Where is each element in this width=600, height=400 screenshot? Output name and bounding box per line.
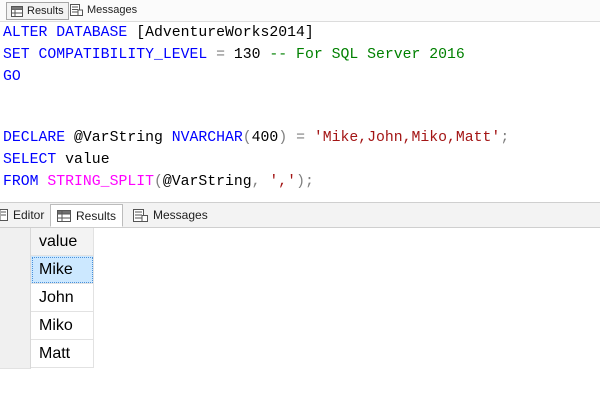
row-number[interactable] bbox=[0, 312, 31, 341]
grid-header-row: value bbox=[0, 228, 95, 257]
tab-editor-label: Editor bbox=[13, 208, 45, 222]
row-number[interactable] bbox=[0, 256, 31, 285]
code-token: ) = bbox=[278, 130, 314, 146]
code-token: = bbox=[216, 47, 234, 63]
code-token: @VarString bbox=[162, 174, 252, 190]
bottom-tab-strip: Editor Results Messages bbox=[0, 202, 600, 228]
grid-cell[interactable]: Matt bbox=[31, 340, 94, 368]
code-token: ( bbox=[242, 130, 252, 146]
code-line[interactable]: DECLARE @VarString NVARCHAR(400) = 'Mike… bbox=[3, 127, 509, 149]
code-line[interactable]: ALTER DATABASE [AdventureWorks2014] bbox=[3, 22, 314, 44]
messages-icon bbox=[70, 4, 83, 16]
grid-icon bbox=[57, 209, 71, 222]
grid-cell[interactable]: Miko bbox=[31, 312, 94, 340]
code-token: [AdventureWorks2014] bbox=[136, 25, 314, 41]
code-token: ); bbox=[296, 174, 314, 190]
results-grid[interactable]: value Mike John Miko Matt bbox=[0, 228, 600, 400]
code-token: value bbox=[65, 152, 110, 168]
code-token: ( bbox=[153, 174, 163, 190]
table-row[interactable]: Miko bbox=[0, 312, 95, 341]
tab-results-top[interactable]: Results bbox=[6, 2, 69, 20]
grid-icon bbox=[11, 5, 23, 17]
code-token: , bbox=[251, 174, 270, 190]
code-token: ; bbox=[500, 130, 510, 146]
grid-cell[interactable]: Mike bbox=[31, 256, 94, 284]
code-line[interactable]: FROM STRING_SPLIT(@VarString, ','); bbox=[3, 171, 314, 193]
code-line[interactable]: SELECT value bbox=[3, 149, 110, 171]
code-token: -- For SQL Server 2016 bbox=[269, 47, 465, 63]
tab-editor[interactable]: Editor bbox=[0, 205, 48, 225]
code-token: 400 bbox=[251, 130, 279, 146]
tab-messages-label: Messages bbox=[153, 208, 208, 222]
code-token: FROM bbox=[3, 174, 48, 190]
editor-icon bbox=[0, 209, 8, 221]
column-header-value[interactable]: value bbox=[31, 228, 94, 256]
code-token: @VarString bbox=[74, 130, 172, 146]
code-token: GO bbox=[3, 69, 21, 85]
tab-messages[interactable]: Messages bbox=[127, 205, 214, 225]
code-line[interactable]: SET COMPATIBILITY_LEVEL = 130 -- For SQL… bbox=[3, 44, 465, 66]
code-token: SET COMPATIBILITY_LEVEL bbox=[3, 47, 217, 63]
table-row[interactable]: Matt bbox=[0, 340, 95, 369]
tab-results-top-label: Results bbox=[27, 5, 64, 17]
code-token: ',' bbox=[269, 174, 297, 190]
corner-cell[interactable] bbox=[0, 228, 31, 257]
table-row[interactable]: Mike bbox=[0, 256, 95, 285]
top-tab-strip: Results Messages bbox=[0, 0, 600, 22]
tab-messages-top-label: Messages bbox=[87, 4, 138, 16]
messages-icon bbox=[133, 208, 148, 222]
row-number[interactable] bbox=[0, 284, 31, 313]
code-token: STRING_SPLIT bbox=[47, 174, 154, 190]
tab-messages-top[interactable]: Messages bbox=[66, 2, 141, 18]
code-token: DECLARE bbox=[3, 130, 75, 146]
row-number[interactable] bbox=[0, 340, 31, 369]
code-token: 'Mike,John,Miko,Matt' bbox=[313, 130, 501, 146]
query-editor[interactable]: ALTER DATABASE [AdventureWorks2014] SET C… bbox=[0, 22, 600, 200]
grid-cell[interactable]: John bbox=[31, 284, 94, 312]
tab-results-label: Results bbox=[76, 208, 117, 223]
table-row[interactable]: John bbox=[0, 284, 95, 313]
code-token: NVARCHAR bbox=[171, 130, 243, 146]
code-line[interactable]: GO bbox=[3, 66, 21, 88]
code-token: 130 bbox=[233, 47, 270, 63]
code-token: ALTER DATABASE bbox=[3, 25, 137, 41]
tab-results[interactable]: Results bbox=[50, 204, 124, 227]
code-token: SELECT bbox=[3, 152, 66, 168]
